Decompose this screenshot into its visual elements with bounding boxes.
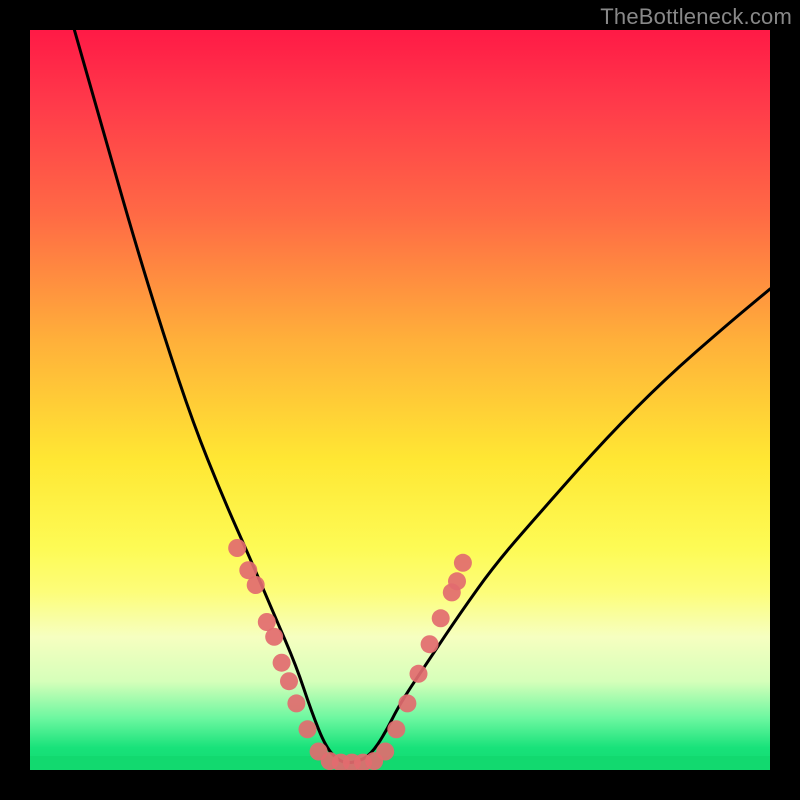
marker-dot xyxy=(448,572,466,590)
marker-dot xyxy=(387,720,405,738)
plot-area xyxy=(30,30,770,770)
watermark-text: TheBottleneck.com xyxy=(600,4,792,30)
bottleneck-curve xyxy=(74,30,770,763)
marker-dot xyxy=(410,665,428,683)
marker-dot xyxy=(280,672,298,690)
marker-dot xyxy=(265,628,283,646)
marker-dot xyxy=(432,609,450,627)
chart-frame: TheBottleneck.com xyxy=(0,0,800,800)
marker-dot xyxy=(421,635,439,653)
marker-dot xyxy=(454,554,472,572)
marker-dot xyxy=(287,694,305,712)
marker-dot xyxy=(228,539,246,557)
marker-dot xyxy=(247,576,265,594)
curve-layer xyxy=(30,30,770,770)
marker-dot xyxy=(376,743,394,761)
marker-group xyxy=(228,539,472,770)
marker-dot xyxy=(299,720,317,738)
marker-dot xyxy=(273,654,291,672)
marker-dot xyxy=(398,694,416,712)
